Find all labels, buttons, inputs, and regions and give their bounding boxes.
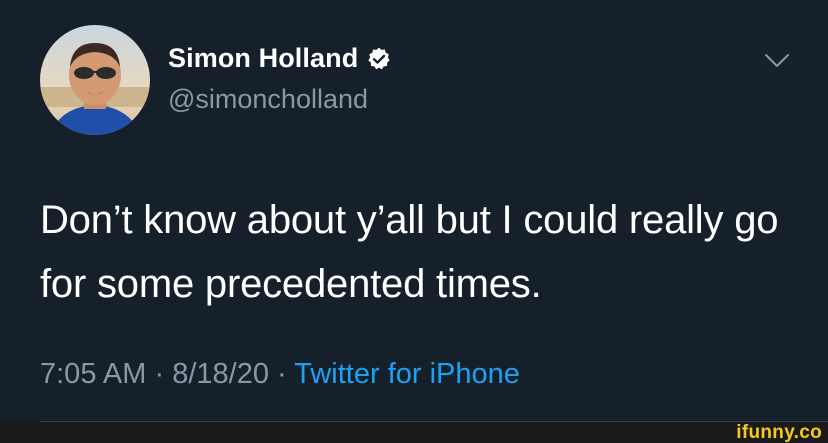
verified-badge-icon	[366, 46, 392, 72]
tweet-source-link[interactable]: Twitter for iPhone	[294, 358, 520, 390]
display-name[interactable]: Simon Holland	[168, 43, 358, 74]
tweet-date[interactable]: 8/18/20	[172, 358, 269, 390]
meta-separator: ·	[154, 358, 165, 390]
tweet-text: Don’t know about y’all but I could reall…	[40, 198, 779, 306]
user-handle[interactable]: @simoncholland	[168, 84, 368, 115]
avatar[interactable]	[40, 25, 150, 135]
chevron-down-icon[interactable]	[764, 53, 790, 69]
tweet-meta: 7:05 AM · 8/18/20 · Twitter for iPhone	[40, 358, 520, 391]
avatar-image	[40, 25, 150, 135]
meta-separator: ·	[277, 358, 287, 390]
tweet-time[interactable]: 7:05 AM	[40, 358, 146, 390]
name-row: Simon Holland	[168, 43, 392, 74]
tweet-card: Simon Holland @simoncholland Don’t know …	[0, 0, 828, 422]
watermark-logo: ifunny.co	[736, 422, 822, 443]
watermark-bar: ifunny.co	[0, 422, 828, 443]
